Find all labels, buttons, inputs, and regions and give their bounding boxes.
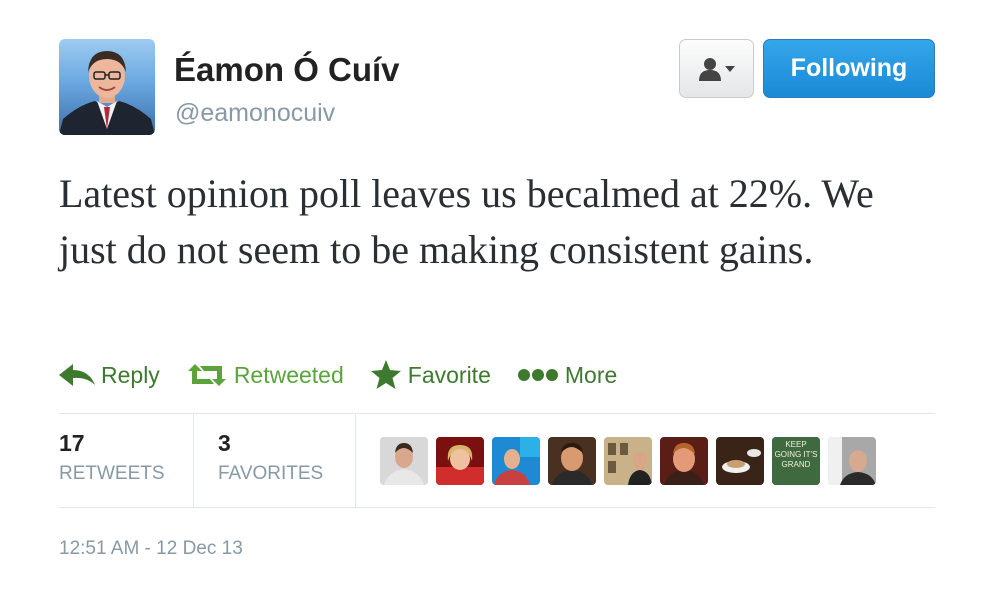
favorite-label: Favorite (407, 361, 491, 388)
favoriter-photo (380, 437, 428, 485)
ellipsis-icon (517, 369, 558, 381)
chevron-down-icon (724, 65, 735, 72)
stats-bottom-divider (59, 507, 935, 508)
favoriter-avatar[interactable] (828, 437, 876, 485)
favoriter-avatar[interactable] (716, 437, 764, 485)
following-button[interactable]: Following (763, 39, 935, 98)
retweets-count: 17 (59, 430, 85, 456)
user-actions-dropdown[interactable] (679, 39, 754, 98)
author-handle[interactable]: @eamonocuiv (175, 95, 335, 131)
retweet-icon (187, 364, 226, 386)
stats-top-divider (59, 413, 935, 414)
stats-separator (193, 414, 194, 507)
tweet-actions: Reply Retweeted Favorite More (59, 355, 643, 395)
favoriter-photo (548, 437, 596, 485)
favorites-count: 3 (218, 430, 231, 456)
author-name[interactable]: Éamon Ó Cuív (174, 46, 400, 94)
author-avatar[interactable] (59, 39, 155, 135)
favorite-action[interactable]: Favorite (370, 360, 491, 390)
tweet-text: Latest opinion poll leaves us becalmed a… (59, 171, 874, 272)
favoriter-photo (492, 437, 540, 485)
favoriter-avatar[interactable] (548, 437, 596, 485)
retweeted-action[interactable]: Retweeted (186, 362, 344, 389)
star-icon (370, 360, 401, 389)
reply-label: Reply (101, 361, 160, 388)
favoriter-photo (716, 437, 764, 485)
more-label: More (564, 361, 618, 388)
favorites-stat[interactable]: 3 FAVORITES (218, 426, 323, 485)
favorites-label: FAVORITES (218, 463, 324, 484)
tweet-timestamp[interactable]: 12:51 AM - 12 Dec 13 (59, 538, 243, 560)
favoriters-avatars: KEEP GOING IT'S GRAND (380, 437, 876, 485)
favoriter-avatar[interactable] (604, 437, 652, 485)
retweets-stat[interactable]: 17 RETWEETS (59, 426, 165, 485)
reply-action[interactable]: Reply (59, 362, 160, 389)
stats-separator (355, 414, 356, 507)
retweets-label: RETWEETS (59, 463, 165, 484)
avatar-photo (59, 51, 155, 135)
favoriter-photo (604, 437, 652, 485)
retweeted-label: Retweeted (233, 361, 344, 388)
favoriter-avatar[interactable]: KEEP GOING IT'S GRAND (772, 437, 820, 485)
favoriter-photo (660, 437, 708, 485)
more-action[interactable]: More (517, 362, 617, 389)
favoriter-photo (828, 437, 876, 485)
user-icon (698, 57, 721, 81)
reply-icon (59, 364, 95, 386)
favoriter-avatar[interactable] (436, 437, 484, 485)
favoriter-avatar[interactable] (660, 437, 708, 485)
poster-text: KEEP GOING IT'S GRAND (774, 440, 818, 469)
favoriter-photo (436, 437, 484, 485)
favoriter-avatar[interactable] (380, 437, 428, 485)
favoriter-avatar[interactable] (492, 437, 540, 485)
